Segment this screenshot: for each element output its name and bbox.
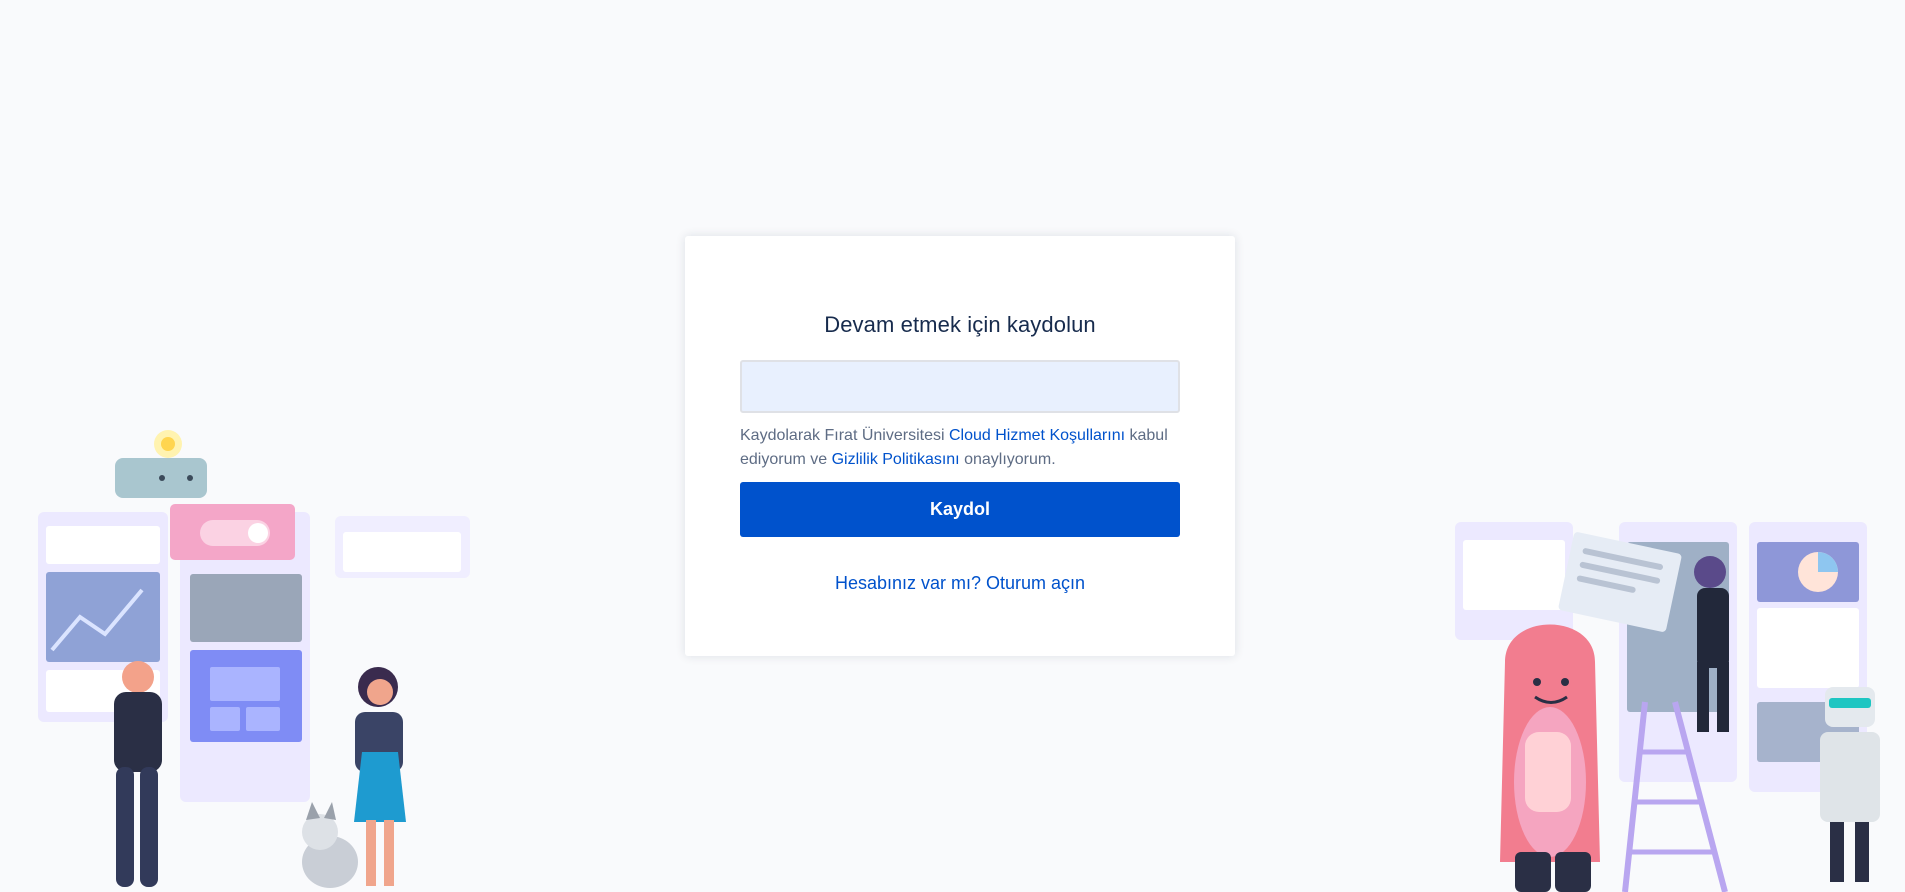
terms-link[interactable]: Cloud Hizmet Koşullarını (949, 427, 1125, 444)
signup-card: Devam etmek için kaydolun Kaydolarak Fır… (685, 236, 1235, 656)
right-illustration (1455, 522, 1880, 892)
signup-page: Devam etmek için kaydolun Kaydolarak Fır… (0, 0, 1905, 892)
left-illustration (38, 430, 470, 888)
signup-button[interactable]: Kaydol (740, 482, 1180, 537)
legal-prefix: Kaydolarak Fırat Üniversitesi (740, 427, 949, 444)
email-field[interactable] (740, 360, 1180, 413)
legal-notice: Kaydolarak Fırat Üniversitesi Cloud Hizm… (740, 424, 1180, 472)
legal-suffix: onaylıyorum. (959, 451, 1056, 468)
login-link[interactable]: Hesabınız var mı? Oturum açın (740, 573, 1180, 594)
page-title: Devam etmek için kaydolun (824, 312, 1096, 337)
privacy-link[interactable]: Gizlilik Politikasını (832, 451, 960, 468)
